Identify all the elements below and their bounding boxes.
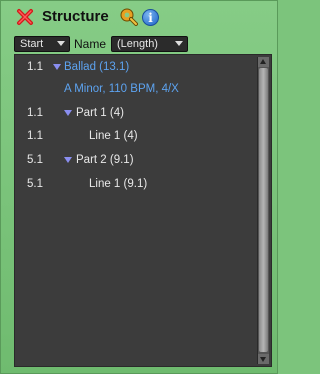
row-position: 5.1 — [27, 154, 43, 166]
length-dropdown[interactable]: (Length) — [111, 36, 188, 52]
list-item-key-info: A Minor, 110 BPM, 4/X — [15, 81, 255, 97]
column-toolbar: Start Name (Length) — [14, 36, 274, 52]
row-position: 5.1 — [27, 178, 43, 190]
scroll-down-button[interactable] — [258, 354, 269, 364]
expand-triangle-icon[interactable] — [64, 157, 72, 163]
arrow-down-icon — [260, 357, 266, 362]
row-label: Line 1 (4) — [89, 130, 138, 142]
title-bar: Structure i — [13, 5, 273, 31]
scroll-thumb[interactable] — [259, 68, 268, 352]
row-label: Part 2 (9.1) — [76, 154, 134, 166]
row-position: 1.1 — [27, 107, 43, 119]
row-label: Part 1 (4) — [76, 107, 124, 119]
start-dropdown-label: Start — [20, 38, 44, 50]
chevron-down-icon — [57, 41, 65, 46]
wrench-icon[interactable] — [119, 7, 139, 27]
start-dropdown[interactable]: Start — [14, 36, 70, 52]
list-item-ballad[interactable]: 1.1 Ballad (13.1) — [15, 59, 255, 75]
scroll-up-button[interactable] — [258, 57, 269, 67]
name-column-label: Name — [74, 37, 107, 51]
list-item-line-1[interactable]: 5.1 Line 1 (9.1) — [15, 176, 255, 192]
arrow-up-icon — [260, 59, 266, 64]
row-label: Ballad (13.1) — [64, 61, 130, 73]
row-position: 1.1 — [27, 61, 43, 73]
chevron-down-icon — [175, 41, 183, 46]
structure-list[interactable]: 1.1 Ballad (13.1) A Minor, 110 BPM, 4/X … — [14, 54, 272, 367]
row-label: Line 1 (9.1) — [89, 178, 148, 190]
info-icon[interactable]: i — [142, 9, 159, 26]
length-dropdown-label: (Length) — [117, 38, 158, 50]
list-item-line-1[interactable]: 1.1 Line 1 (4) — [15, 128, 255, 144]
close-icon[interactable] — [16, 8, 34, 26]
list-item-part-2[interactable]: 5.1 Part 2 (9.1) — [15, 152, 255, 168]
row-position: 1.1 — [27, 130, 43, 142]
expand-triangle-icon[interactable] — [53, 64, 61, 70]
row-label: A Minor, 110 BPM, 4/X — [64, 83, 179, 95]
structure-panel: Structure i Start Name (Length) 1.1 Ball… — [0, 0, 278, 374]
list-item-part-1[interactable]: 1.1 Part 1 (4) — [15, 105, 255, 121]
expand-triangle-icon[interactable] — [64, 110, 72, 116]
vertical-scrollbar[interactable] — [257, 57, 269, 364]
panel-title: Structure — [42, 8, 109, 25]
